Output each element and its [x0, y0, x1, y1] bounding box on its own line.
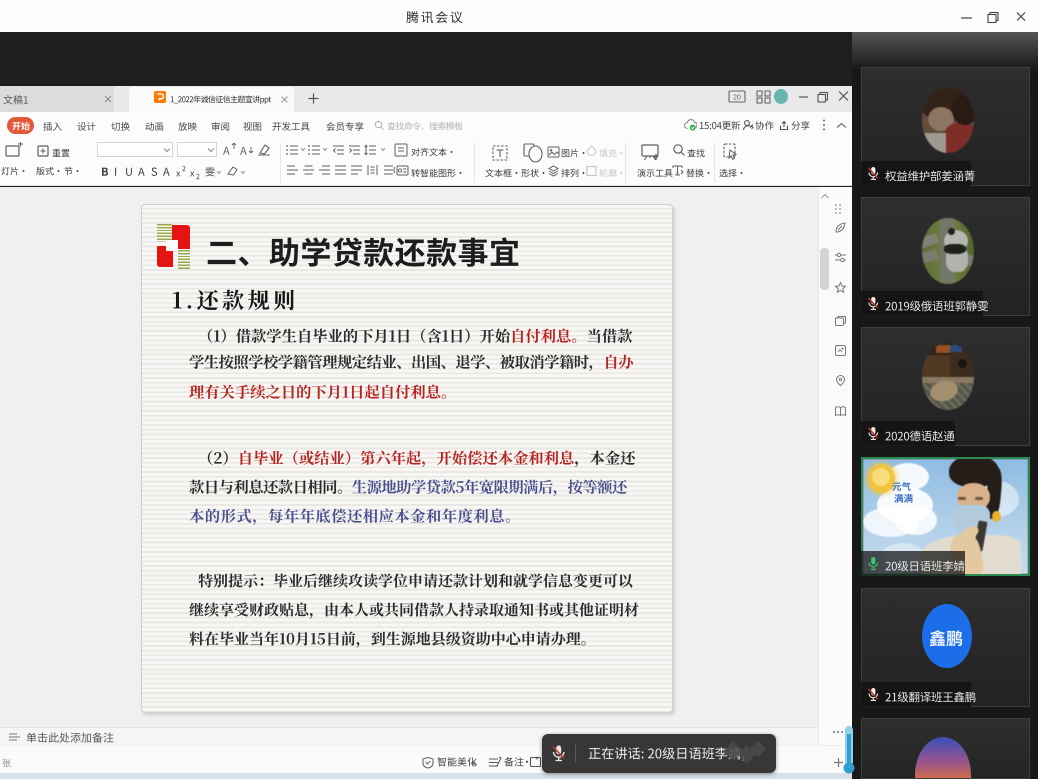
svg-text:20: 20: [733, 95, 741, 102]
